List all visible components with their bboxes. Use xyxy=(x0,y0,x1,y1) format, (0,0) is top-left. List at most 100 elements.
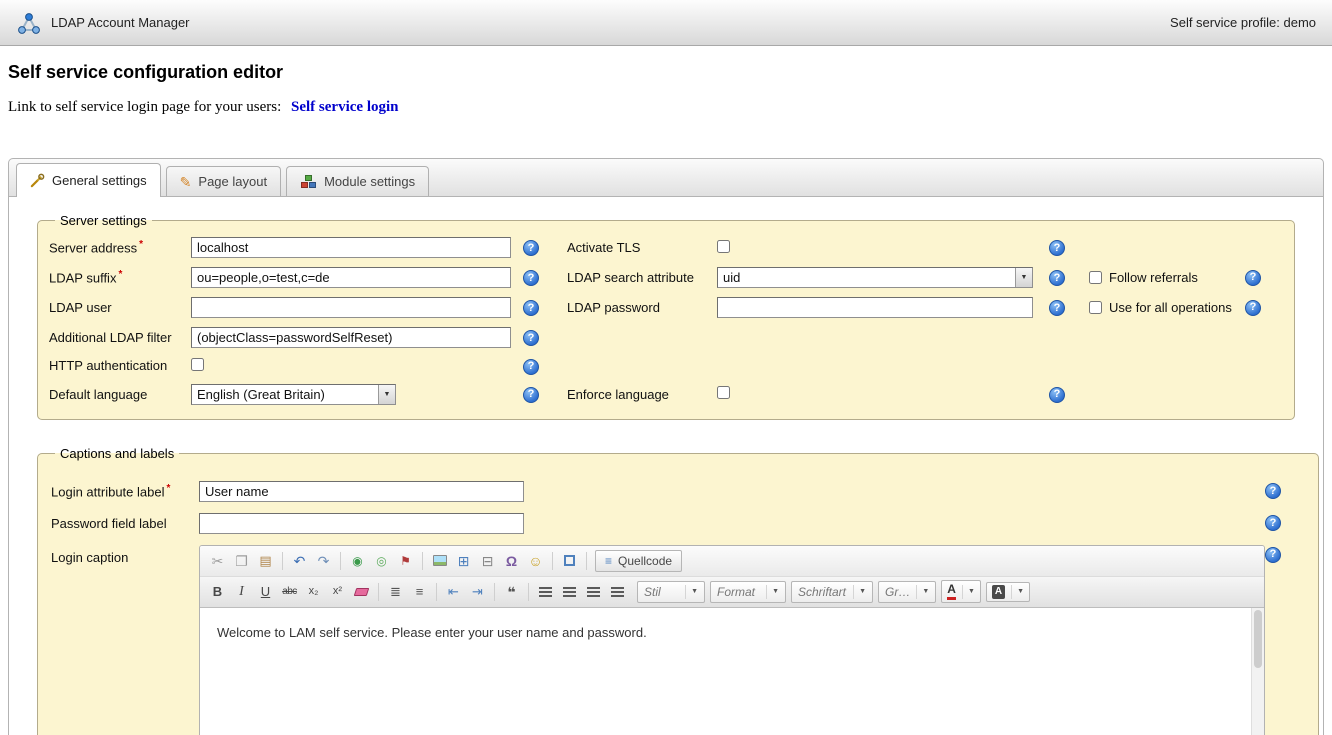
app-header: LDAP Account Manager Self service profil… xyxy=(0,0,1332,46)
tab-general-settings[interactable]: General settings xyxy=(16,163,161,197)
default-language-select[interactable]: English (Great Britain) ▼ xyxy=(191,384,396,405)
outdent-icon[interactable]: ⇤ xyxy=(442,580,465,604)
special-character-icon[interactable]: Ω xyxy=(500,549,523,573)
activate-tls-checkbox[interactable] xyxy=(717,240,730,253)
enforce-language-checkbox[interactable] xyxy=(717,386,730,399)
paste-icon[interactable]: ▤ xyxy=(254,549,277,573)
http-authentication-checkbox[interactable] xyxy=(191,358,204,371)
login-attribute-row: Login attribute label* ? xyxy=(51,481,1305,502)
editor-toolbar-row1: ✂ ❐ ▤ ↶ ↷ ◉ ◎ ⚑ ⊞ ⊟ Ω xyxy=(200,546,1264,577)
horizontal-rule-icon[interactable]: ⊟ xyxy=(476,549,499,573)
indent-icon[interactable]: ⇥ xyxy=(466,580,489,604)
strikethrough-icon[interactable]: abc xyxy=(278,580,301,604)
app-title: LDAP Account Manager xyxy=(51,15,190,30)
subscript-icon[interactable]: x₂ xyxy=(302,580,325,604)
font-dropdown[interactable]: Schriftart ▼ xyxy=(791,581,873,603)
align-justify-icon[interactable] xyxy=(606,580,629,604)
copy-icon[interactable]: ❐ xyxy=(230,549,253,573)
follow-referrals-checkbox[interactable] xyxy=(1089,271,1102,284)
help-icon[interactable]: ? xyxy=(523,359,539,375)
italic-icon[interactable]: I xyxy=(230,580,253,604)
default-language-label: Default language xyxy=(49,387,191,402)
help-icon[interactable]: ? xyxy=(1049,387,1065,403)
find-icon[interactable]: ◉ xyxy=(346,549,369,573)
tab-page-layout[interactable]: ✎ Page layout xyxy=(166,166,281,196)
ldap-user-input[interactable] xyxy=(191,297,511,318)
image-icon[interactable] xyxy=(428,549,451,573)
self-service-login-link[interactable]: Self service login xyxy=(291,99,398,115)
editor-text: Welcome to LAM self service. Please ente… xyxy=(217,625,1232,640)
size-dropdown[interactable]: Gr… ▼ xyxy=(878,581,936,603)
format-dropdown[interactable]: Format ▼ xyxy=(710,581,786,603)
align-right-icon[interactable] xyxy=(582,580,605,604)
numbered-list-icon[interactable]: ≣ xyxy=(384,580,407,604)
size-dropdown-value: Gr… xyxy=(885,585,910,599)
help-icon[interactable]: ? xyxy=(523,300,539,316)
bullet-list-icon[interactable]: ≡ xyxy=(408,580,431,604)
required-asterisk: * xyxy=(118,269,122,280)
replace-icon[interactable]: ◎ xyxy=(370,549,393,573)
cut-icon[interactable]: ✂ xyxy=(206,549,229,573)
page-title: Self service configuration editor xyxy=(8,62,1324,83)
help-icon[interactable]: ? xyxy=(1049,300,1065,316)
login-caption-row: Login caption ✂ ❐ ▤ ↶ ↷ ◉ ◎ ⚑ xyxy=(51,545,1305,735)
login-attribute-input[interactable] xyxy=(199,481,524,502)
password-field-label: Password field label xyxy=(51,516,199,531)
source-button[interactable]: ≡ Quellcode xyxy=(595,550,682,572)
help-icon[interactable]: ? xyxy=(1265,483,1281,499)
redo-icon[interactable]: ↷ xyxy=(312,549,335,573)
help-icon[interactable]: ? xyxy=(523,387,539,403)
toolbar-separator xyxy=(528,583,529,601)
tab-label: General settings xyxy=(52,173,147,188)
background-color-button[interactable]: A ▼ xyxy=(986,582,1030,602)
align-left-icon[interactable] xyxy=(534,580,557,604)
additional-ldap-filter-input[interactable] xyxy=(191,327,511,348)
underline-icon[interactable]: U xyxy=(254,580,277,604)
editor-scrollbar[interactable] xyxy=(1251,608,1264,735)
text-color-icon: A xyxy=(947,583,956,599)
tab-label: Module settings xyxy=(324,174,415,189)
help-icon[interactable]: ? xyxy=(1245,300,1261,316)
toolbar-separator xyxy=(340,552,341,570)
chevron-down-icon: ▼ xyxy=(853,585,866,599)
bold-icon[interactable]: B xyxy=(206,580,229,604)
help-icon[interactable]: ? xyxy=(523,240,539,256)
help-icon[interactable]: ? xyxy=(523,330,539,346)
help-icon[interactable]: ? xyxy=(1245,270,1261,286)
editor-content[interactable]: Welcome to LAM self service. Please ente… xyxy=(200,608,1264,735)
align-center-icon[interactable] xyxy=(558,580,581,604)
follow-referrals-label: Follow referrals xyxy=(1109,270,1198,285)
style-dropdown[interactable]: Stil ▼ xyxy=(637,581,705,603)
use-all-operations-label: Use for all operations xyxy=(1109,300,1232,315)
ldap-suffix-input[interactable] xyxy=(191,267,511,288)
tab-module-settings[interactable]: Module settings xyxy=(286,166,429,196)
remove-format-icon[interactable] xyxy=(350,580,373,604)
password-field-label-input[interactable] xyxy=(199,513,524,534)
superscript-icon[interactable]: x² xyxy=(326,580,349,604)
blockquote-icon[interactable]: ❝ xyxy=(500,580,523,604)
help-icon[interactable]: ? xyxy=(1049,240,1065,256)
help-icon[interactable]: ? xyxy=(523,270,539,286)
editor-scrollbar-thumb[interactable] xyxy=(1254,610,1262,668)
font-dropdown-value: Schriftart xyxy=(798,585,846,599)
help-icon[interactable]: ? xyxy=(1265,547,1281,563)
tabs-widget: General settings ✎ Page layout Module se… xyxy=(8,158,1324,735)
captions-fieldset: Captions and labels Login attribute labe… xyxy=(37,446,1319,735)
pencil-icon: ✎ xyxy=(180,175,192,189)
server-address-input[interactable] xyxy=(191,237,511,258)
maximize-icon[interactable] xyxy=(558,549,581,573)
toolbar-separator xyxy=(436,583,437,601)
undo-icon[interactable]: ↶ xyxy=(288,549,311,573)
text-color-button[interactable]: A ▼ xyxy=(941,580,981,602)
chevron-down-icon: ▼ xyxy=(685,585,698,599)
smiley-icon[interactable]: ☺ xyxy=(524,549,547,573)
ldap-password-input[interactable] xyxy=(717,297,1033,318)
ldap-search-attribute-select[interactable]: uid ▼ xyxy=(717,267,1033,288)
help-icon[interactable]: ? xyxy=(1049,270,1065,286)
chevron-down-icon: ▼ xyxy=(1015,268,1032,287)
spellcheck-flag-icon[interactable]: ⚑ xyxy=(394,549,417,573)
required-asterisk: * xyxy=(139,239,143,250)
use-all-operations-checkbox[interactable] xyxy=(1089,301,1102,314)
table-icon[interactable]: ⊞ xyxy=(452,549,475,573)
help-icon[interactable]: ? xyxy=(1265,515,1281,531)
